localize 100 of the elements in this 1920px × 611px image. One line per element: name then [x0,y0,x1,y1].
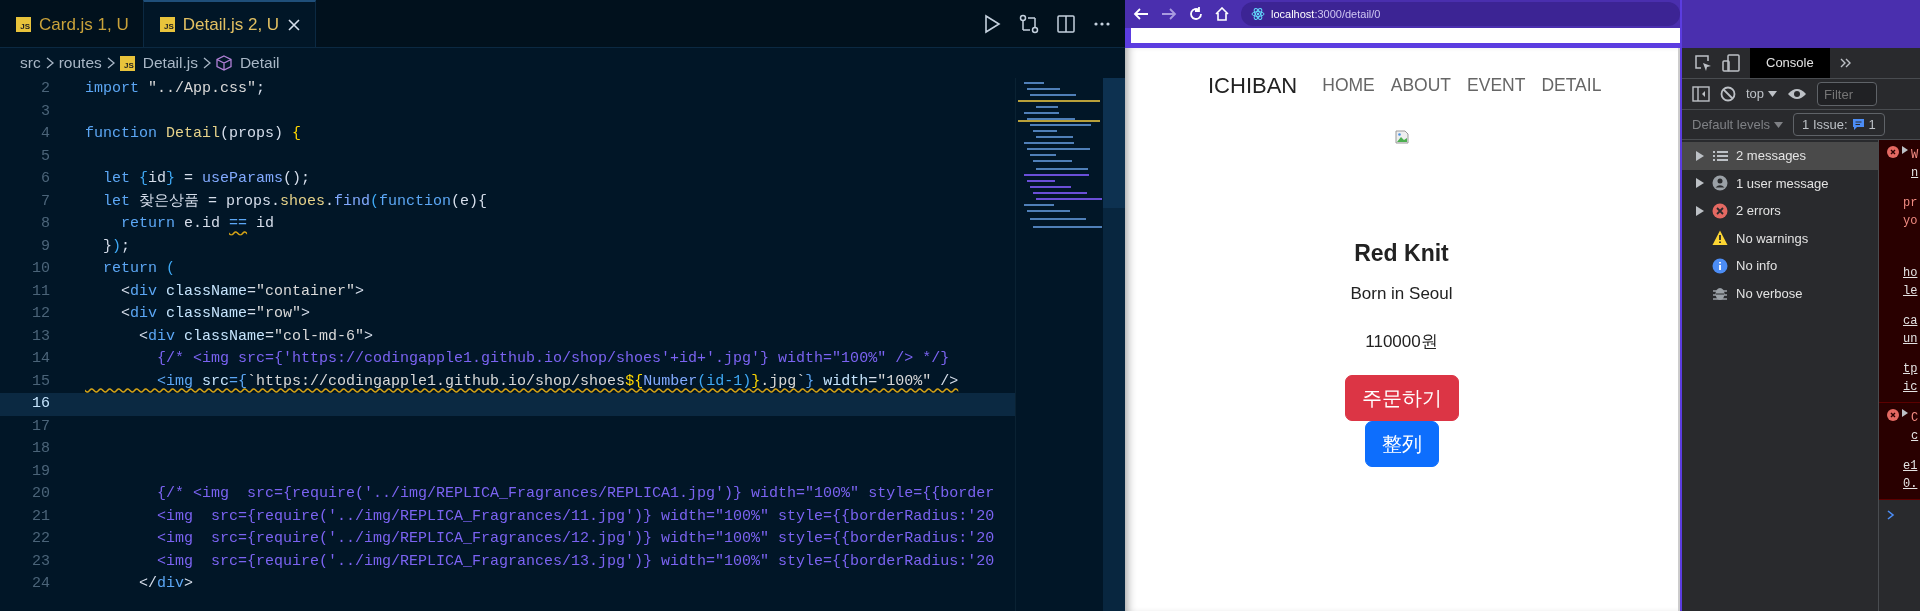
js-file-icon: JS [119,55,135,71]
line-number: 15 [31,371,50,392]
line-number: 24 [31,574,50,594]
line-number: 20 [31,484,50,504]
caret-icon [1774,121,1784,128]
line-number: 9 [40,236,50,257]
code-line: function Detail(props) { [85,124,302,144]
console-link[interactable]: ca [1903,312,1918,330]
log-levels-dropdown[interactable]: Default levels [1692,114,1784,135]
code-line: let 찾은상품 = props.shoes.find(function(e){ [102,191,488,212]
line-number: 23 [31,551,50,572]
forward-icon[interactable] [1161,7,1177,21]
line-number: 12 [31,304,50,324]
sidebar-item[interactable]: No info [1682,252,1878,280]
code-line: return ( [102,259,176,279]
console-link[interactable]: ho [1903,264,1918,282]
code-line: return e.id == id [120,214,275,234]
address-bar[interactable]: localhost:3000/detail/0 [1241,2,1680,26]
inspect-element-icon[interactable] [1694,54,1712,72]
error-icon [1887,146,1899,158]
eye-icon[interactable] [1787,87,1808,101]
breadcrumb-item[interactable]: routes [58,51,102,75]
sidebar-item[interactable]: 2 messages [1682,142,1878,170]
sidebar-toggle-icon[interactable] [1692,86,1710,102]
devtools-tab[interactable]: Console [1750,48,1830,78]
nav-link[interactable]: EVENT [1467,72,1526,99]
prompt-icon[interactable] [1887,509,1895,520]
atom-icon [1251,7,1265,21]
code-line: <img src={require('../img/REPLICA_Fragrances/11.jpg')} width="100%" style={{borderRadius:'20 [156,506,995,527]
line-number: 16 [31,394,50,414]
breadcrumb-item[interactable]: JS Detail.js [119,51,198,75]
breadcrumb-item[interactable]: src [20,51,41,75]
console-text: W [1911,147,1919,164]
code-line: import "../App.css"; [85,79,266,99]
console-link[interactable]: 0. [1903,475,1918,493]
console-link[interactable]: e1 [1903,457,1918,475]
code-line: <img src={`https://codingapple1.github.io/shop/shoes${Number(id-1)}.jpg`} width="100%" /> [156,371,959,392]
sort-button[interactable]: 整列 [1364,420,1439,467]
sidebar-item[interactable]: No verbose [1682,279,1878,307]
console-link[interactable]: ic [1903,378,1918,396]
compare-changes-icon[interactable] [1019,13,1039,34]
console-link[interactable]: le [1903,282,1918,300]
split-editor-icon[interactable] [1057,14,1075,33]
line-number: 13 [31,326,50,347]
home-icon[interactable] [1215,7,1229,21]
brand-link[interactable]: ICHIBAN [1208,69,1298,102]
back-icon[interactable] [1133,7,1149,21]
product-price: 110000원 [1364,331,1439,353]
code-line: <div className="col-md-6"> [138,326,374,347]
breadcrumb-item[interactable]: Detail [215,51,280,75]
run-icon[interactable] [983,13,1001,34]
nav-link[interactable]: ABOUT [1390,72,1452,99]
line-number: 19 [31,461,50,482]
context-dropdown[interactable]: top [1746,84,1778,104]
line-number: 3 [40,101,50,122]
info-icon [1712,257,1728,274]
user-icon [1712,175,1728,192]
code-line: }); [102,236,131,257]
code-line: {/* <img src={require('../img/REPLICA_Fragrances/REPLICA1.jpg')} width="100%" style={{border [156,484,995,504]
sidebar-item[interactable]: 2 errors [1682,197,1878,225]
sidebar-item[interactable]: 1 user message [1682,169,1878,197]
device-toolbar-icon[interactable] [1722,54,1740,72]
code-line: {/* <img src={'https://codingapple1.github.io/shop/shoes'+id+'.jpg'} width="100%" /> */} [156,349,950,369]
line-number: 10 [31,259,50,279]
nav-link[interactable]: DETAIL [1541,72,1602,99]
line-number: 4 [40,124,50,144]
product-title: Red Knit [1353,239,1450,268]
editor-tab[interactable]: JS Detail.js 2, U [142,0,317,47]
close-icon[interactable] [287,17,302,32]
expand-arrow-icon[interactable] [1902,146,1908,154]
url-text: localhost:3000/detail/0 [1271,6,1381,22]
reload-icon[interactable] [1189,7,1203,21]
console-link[interactable]: tp [1903,360,1918,378]
line-number: 21 [31,506,50,527]
js-file-icon: JS [16,17,31,32]
clear-console-icon[interactable] [1720,86,1736,102]
more-tabs-icon[interactable] [1839,58,1852,68]
issues-button[interactable]: 1 Issue: 1 [1793,112,1885,137]
code-line: <img src={require('../img/REPLICA_Fragrances/13.jpg')} width="100%" style={{borderRadius:'20 [156,551,995,572]
expand-arrow-icon[interactable] [1696,178,1704,189]
console-link[interactable]: c [1911,427,1919,445]
code-line: <div className="row"> [120,304,311,324]
more-icon[interactable] [1093,20,1111,27]
nav-link[interactable]: HOME [1322,72,1375,99]
line-number: 22 [31,529,50,549]
line-number: 18 [31,439,50,459]
scrollbar-thumb[interactable] [1103,78,1125,208]
chevron-icon [105,56,116,70]
console-link[interactable]: n [1911,164,1919,182]
error-icon [1887,409,1899,421]
code-line: <img src={require('../img/REPLICA_Fragrances/12.jpg')} width="100%" style={{borderRadius:'20 [156,529,995,549]
filter-field[interactable]: Filter [1817,82,1878,106]
console-link[interactable]: un [1903,330,1918,348]
code-line: </div> [138,574,194,594]
expand-arrow-icon[interactable] [1696,150,1704,161]
broken-image-icon [1394,130,1409,144]
expand-arrow-icon[interactable] [1696,205,1704,216]
sidebar-item[interactable]: No warnings [1682,224,1878,252]
expand-arrow-icon[interactable] [1902,409,1908,417]
order-button[interactable]: 주문하기 [1344,374,1459,421]
